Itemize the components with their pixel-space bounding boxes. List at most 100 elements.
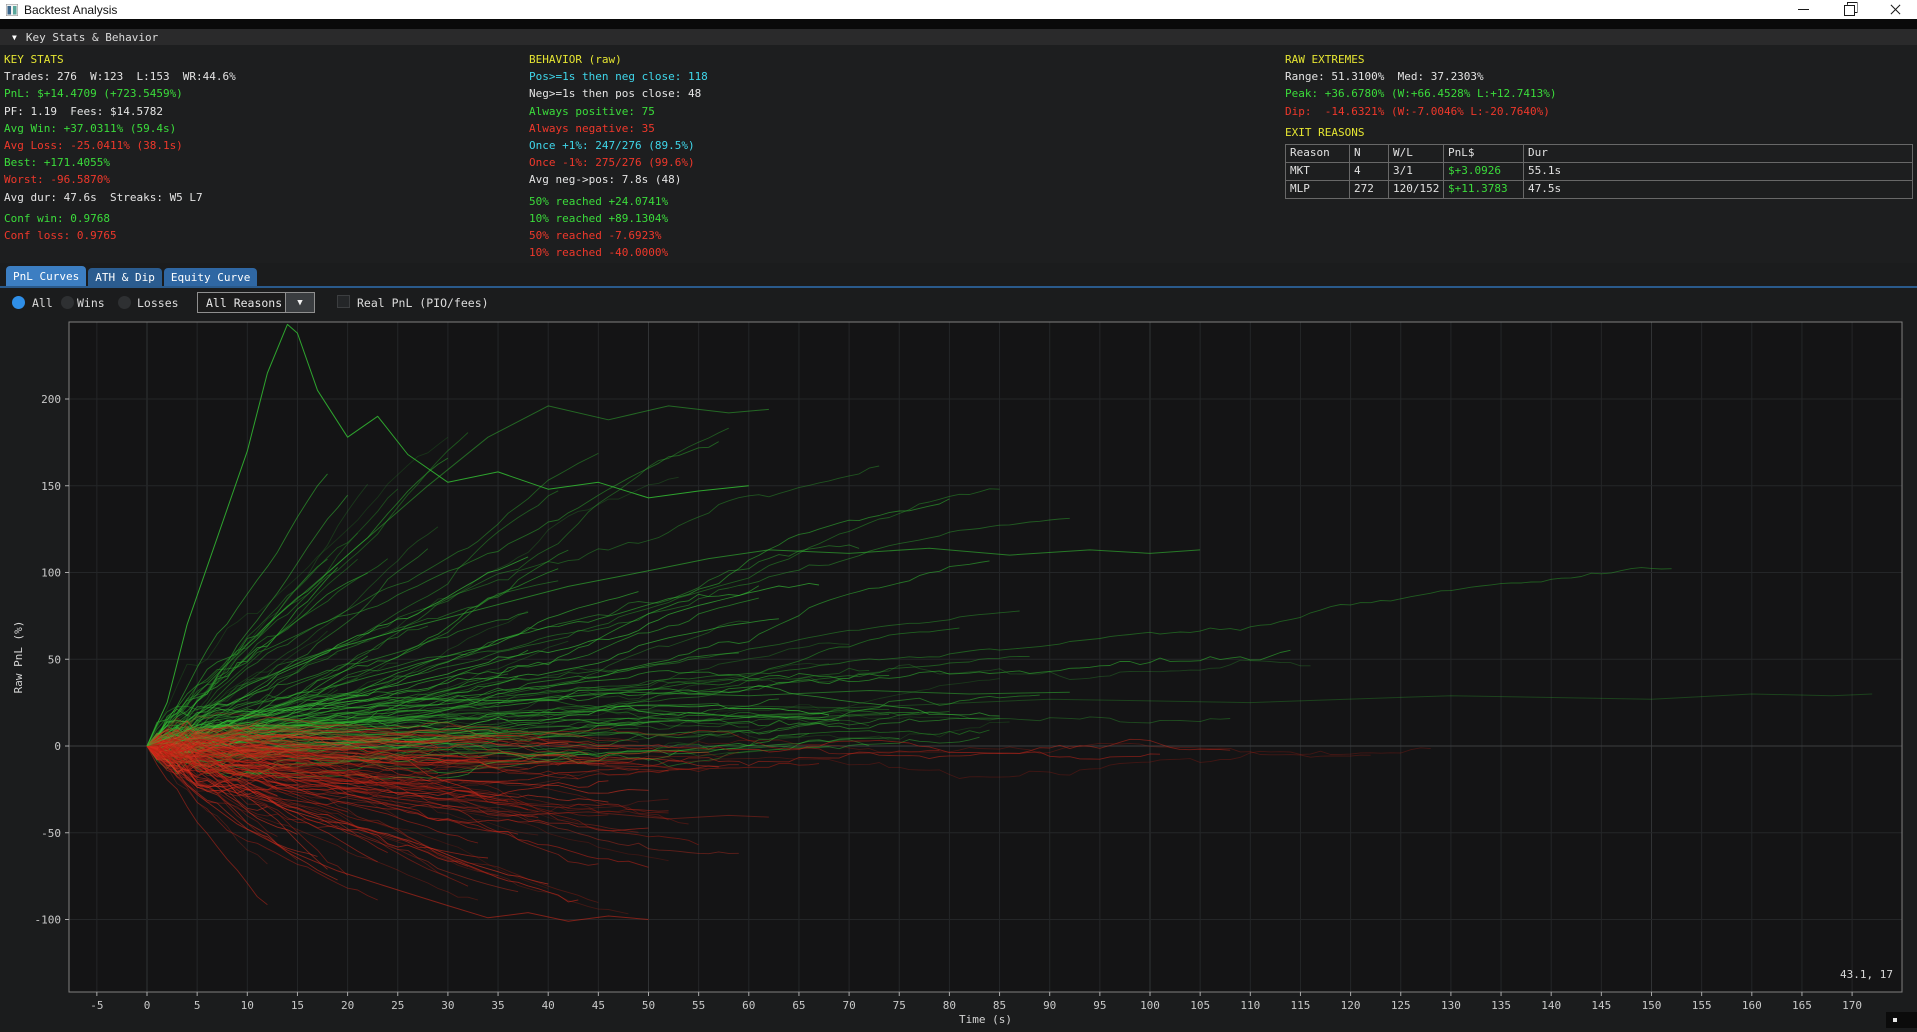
close-button[interactable]	[1885, 0, 1905, 19]
x-tick-label: 50	[642, 999, 655, 1012]
stat-line: Best: +171.4055%	[4, 154, 236, 171]
x-tick-label: 85	[993, 999, 1006, 1012]
x-tick-label: 150	[1642, 999, 1662, 1012]
y-tick-label: 100	[41, 567, 61, 580]
grip-dot-icon	[1893, 1018, 1897, 1022]
stat-line: EXIT REASONS	[1285, 124, 1557, 141]
x-tick-label: 80	[943, 999, 956, 1012]
x-tick-label: 0	[144, 999, 151, 1012]
radio-losses[interactable]	[118, 296, 131, 309]
app-icon	[6, 4, 18, 16]
stat-line: Conf win: 0.9768	[4, 210, 236, 227]
table-header-cell: N	[1350, 145, 1389, 162]
radio-all[interactable]	[12, 296, 25, 309]
collapse-header[interactable]: ▼ Key Stats & Behavior	[0, 29, 1917, 45]
y-tick-label: 0	[54, 740, 61, 753]
stat-line: Avg neg->pos: 7.8s (48)	[529, 171, 708, 188]
stat-line: Always positive: 75	[529, 103, 708, 120]
x-tick-label: 75	[893, 999, 906, 1012]
tab-bar: PnL CurvesATH & DipEquity Curve	[6, 266, 257, 286]
x-tick-label: 95	[1093, 999, 1106, 1012]
real-pnl-checkbox-label: Real PnL (PIO/fees)	[357, 296, 489, 310]
stat-line: Range: 51.3100% Med: 37.2303%	[1285, 68, 1557, 85]
exit-reasons-table: ReasonNW/LPnL$DurMKT43/1$+3.092655.1sMLP…	[1285, 144, 1913, 199]
x-tick-label: 20	[341, 999, 354, 1012]
y-tick-label: -100	[35, 914, 62, 927]
window-title: Backtest Analysis	[24, 3, 117, 17]
table-cell: 55.1s	[1524, 163, 1913, 180]
stat-line: Always negative: 35	[529, 120, 708, 137]
radio-all-label: All	[32, 296, 53, 310]
y-tick-label: -50	[41, 827, 61, 840]
table-cell: MLP	[1286, 181, 1350, 198]
real-pnl-checkbox[interactable]	[337, 295, 350, 308]
x-tick-label: 55	[692, 999, 705, 1012]
window-titlebar: Backtest Analysis	[0, 0, 1917, 19]
close-icon	[1890, 4, 1901, 15]
x-tick-label: 135	[1491, 999, 1511, 1012]
radio-losses-label: Losses	[137, 296, 179, 310]
y-tick-label: 150	[41, 480, 61, 493]
stat-line: 10% reached -40.0000%	[529, 244, 708, 261]
stat-line: PF: 1.19 Fees: $14.5782	[4, 103, 236, 120]
table-header-cell: Reason	[1286, 145, 1350, 162]
table-cell: 3/1	[1389, 163, 1444, 180]
table-cell: 4	[1350, 163, 1389, 180]
tab-ath-dip[interactable]: ATH & Dip	[88, 268, 162, 286]
window-controls	[1793, 0, 1905, 19]
table-header-row: ReasonNW/LPnL$Dur	[1286, 145, 1913, 163]
x-tick-label: -5	[90, 999, 103, 1012]
x-tick-label: 90	[1043, 999, 1056, 1012]
table-header-cell: PnL$	[1444, 145, 1524, 162]
x-tick-label: 115	[1291, 999, 1311, 1012]
x-tick-label: 170	[1842, 999, 1862, 1012]
table-cell: $+3.0926	[1444, 163, 1524, 180]
x-tick-label: 10	[241, 999, 254, 1012]
stats-column-behavior: BEHAVIOR (raw)Pos>=1s then neg close: 11…	[529, 51, 708, 261]
x-tick-label: 105	[1190, 999, 1210, 1012]
x-tick-label: 5	[194, 999, 201, 1012]
plot-background[interactable]	[69, 322, 1902, 992]
stat-line: Dip: -14.6321% (W:-7.0046% L:-20.7640%)	[1285, 103, 1557, 120]
x-tick-label: 110	[1240, 999, 1260, 1012]
table-header-cell: W/L	[1389, 145, 1444, 162]
table-cell: 120/152	[1389, 181, 1444, 198]
table-header-cell: Dur	[1524, 145, 1913, 162]
pnl-chart[interactable]: -505101520253035404550556065707580859095…	[0, 316, 1917, 1028]
x-tick-label: 140	[1541, 999, 1561, 1012]
stats-column-key-stats: KEY STATSTrades: 276 W:123 L:153 WR:44.6…	[4, 51, 236, 244]
restore-icon	[1844, 5, 1855, 16]
restore-button[interactable]	[1839, 0, 1859, 19]
tab-pnl-curves[interactable]: PnL Curves	[6, 266, 86, 286]
resize-grip[interactable]	[1886, 1012, 1917, 1028]
stat-line: Avg Loss: -25.0411% (38.1s)	[4, 137, 236, 154]
stat-line: Worst: -96.5870%	[4, 171, 236, 188]
x-axis-label: Time (s)	[959, 1013, 1012, 1026]
x-tick-label: 145	[1591, 999, 1611, 1012]
x-tick-label: 130	[1441, 999, 1461, 1012]
x-tick-label: 125	[1391, 999, 1411, 1012]
table-cell: 47.5s	[1524, 181, 1913, 198]
x-tick-label: 15	[291, 999, 304, 1012]
stat-line: Pos>=1s then neg close: 118	[529, 68, 708, 85]
titlebar-divider	[0, 19, 1917, 29]
stat-line: RAW EXTREMES	[1285, 51, 1557, 68]
stat-line: Once -1%: 275/276 (99.6%)	[529, 154, 708, 171]
x-tick-label: 120	[1341, 999, 1361, 1012]
stat-line: PnL: $+14.4709 (+723.5459%)	[4, 85, 236, 102]
radio-wins[interactable]	[61, 296, 74, 309]
stat-line: 50% reached +24.0741%	[529, 193, 708, 210]
x-tick-label: 100	[1140, 999, 1160, 1012]
stat-line: Once +1%: 247/276 (89.5%)	[529, 137, 708, 154]
table-cell: $+11.3783	[1444, 181, 1524, 198]
minimize-button[interactable]	[1793, 0, 1813, 19]
x-tick-label: 165	[1792, 999, 1812, 1012]
tab-equity-curve[interactable]: Equity Curve	[164, 268, 257, 286]
y-tick-label: 200	[41, 393, 61, 406]
table-cell: 272	[1350, 181, 1389, 198]
chart-canvas[interactable]: -505101520253035404550556065707580859095…	[0, 316, 1917, 1028]
stat-line: Avg dur: 47.6s Streaks: W5 L7	[4, 189, 236, 206]
y-tick-label: 50	[48, 653, 61, 666]
reason-filter-dropdown[interactable]: All Reasons ▼	[197, 292, 315, 313]
stat-line: 50% reached -7.6923%	[529, 227, 708, 244]
